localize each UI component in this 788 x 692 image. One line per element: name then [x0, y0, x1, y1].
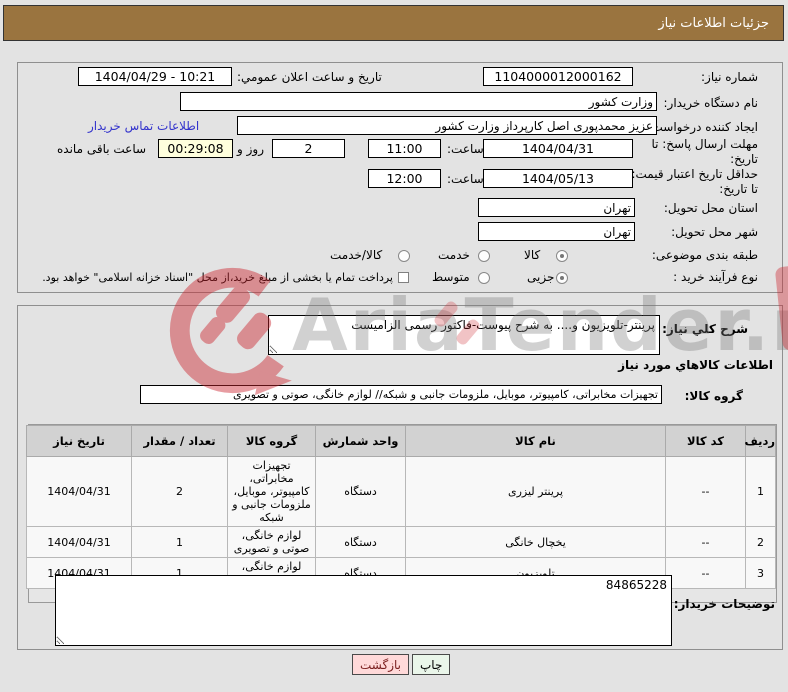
- radio-goods-label: کالا: [524, 248, 541, 262]
- table-cell: یخچال خانگی: [405, 526, 666, 558]
- delivery-province-label: استان محل تحویل:: [663, 201, 758, 215]
- price-validity-time-field[interactable]: [368, 169, 441, 188]
- table-cell: --: [665, 456, 746, 527]
- table-header-cell: ردیف: [744, 425, 776, 457]
- radio-medium[interactable]: [478, 272, 490, 284]
- page-title-bar: جزئیات اطلاعات نیاز: [3, 5, 784, 41]
- countdown-timer-field[interactable]: [158, 139, 233, 158]
- table-row: 1 -- پرینتر لیزری دستگاه تجهیزات مخابراتی، ک…: [26, 456, 776, 527]
- need-number-field[interactable]: [483, 67, 633, 86]
- requester-label: ایجاد کننده درخواست:: [647, 120, 758, 134]
- reply-deadline-label: مهلت ارسال پاسخ: تا تاریخ:: [651, 137, 758, 166]
- radio-minor-label: جزیی: [527, 270, 555, 284]
- goods-group-field[interactable]: [140, 385, 662, 404]
- table-header-cell: تعداد / مقدار: [131, 425, 228, 457]
- goods-table: ردیف کد کالا نام کالا واحد شمارش گروه کالا تع…: [26, 425, 776, 589]
- table-cell: --: [665, 526, 746, 558]
- delivery-city-label: شهر محل تحویل:: [671, 225, 758, 239]
- goods-group-label: گروه کالا:: [684, 389, 743, 403]
- goods-table-body: 1 -- پرینتر لیزری دستگاه تجهیزات مخابراتی، ک…: [26, 456, 776, 589]
- buyer-notes-textarea[interactable]: 84865228: [55, 575, 672, 646]
- table-cell: --: [665, 557, 746, 589]
- buyer-org-field[interactable]: [180, 92, 657, 111]
- need-details-page: جزئیات اطلاعات نیاز شماره نیاز: تاریخ و …: [0, 0, 788, 692]
- reply-deadline-date-field[interactable]: [483, 139, 633, 158]
- print-button[interactable]: چاپ: [412, 654, 451, 675]
- reply-deadline-time-field[interactable]: [368, 139, 441, 158]
- table-cell: دستگاه: [315, 456, 406, 527]
- treasury-checkbox[interactable]: [398, 272, 409, 283]
- radio-minor[interactable]: [556, 272, 568, 284]
- table-cell: 1404/04/31: [26, 456, 132, 527]
- table-cell: 2: [131, 456, 228, 527]
- table-cell: پرینتر لیزری: [405, 456, 666, 527]
- radio-medium-label: متوسط: [432, 270, 470, 284]
- radio-goods-service[interactable]: [398, 250, 410, 262]
- remaining-days-field[interactable]: [272, 139, 345, 158]
- table-cell: تجهیزات مخابراتی، کامپیوتر، موبایل، ملزو…: [227, 456, 316, 527]
- table-row: 2 -- یخچال خانگی دستگاه لوازم خانگی، صوتی و …: [26, 526, 776, 558]
- need-number-label: شماره نیاز:: [701, 70, 758, 84]
- need-description-textarea[interactable]: پرینتر-تلویزیون و.... به شرح پیوست-فاکتو…: [268, 315, 660, 355]
- treasury-checkbox-label: پرداخت تمام یا بخشی از مبلغ خرید،از محل …: [42, 271, 393, 284]
- buyer-org-label: نام دستگاه خریدار:: [663, 96, 759, 110]
- table-header-cell: کد کالا: [665, 425, 746, 457]
- price-validity-date-field[interactable]: [483, 169, 633, 188]
- table-cell: 1: [131, 526, 228, 558]
- radio-goods[interactable]: [556, 250, 568, 262]
- delivery-province-field[interactable]: [478, 198, 635, 217]
- table-header-row: ردیف کد کالا نام کالا واحد شمارش گروه کالا تع…: [26, 425, 776, 457]
- back-button[interactable]: بازگشت: [352, 654, 409, 675]
- requester-field[interactable]: [237, 116, 657, 135]
- hours-remaining-label: ساعت باقی مانده: [57, 142, 147, 156]
- table-header-cell: نام کالا: [405, 425, 666, 457]
- purchase-process-label: نوع فرآیند خرید :: [673, 270, 758, 284]
- table-cell: 1404/04/31: [26, 526, 132, 558]
- announce-datetime-field[interactable]: [78, 67, 232, 86]
- price-validity-label: حداقل تاریخ اعتبار قیمت: تا تاریخ:: [631, 167, 758, 196]
- price-validity-hour-label: ساعت:: [447, 172, 484, 186]
- radio-service[interactable]: [478, 250, 490, 262]
- announce-datetime-label: تاریخ و ساعت اعلان عمومي:: [237, 70, 382, 84]
- delivery-city-field[interactable]: [478, 222, 635, 241]
- table-cell: لوازم خانگی، صوتی و تصویری: [227, 526, 316, 558]
- need-description-label: شرح کلي نیاز:: [662, 322, 748, 336]
- days-and-label: روز و: [237, 142, 264, 156]
- table-header-cell: واحد شمارش: [315, 425, 406, 457]
- goods-table-head: ردیف کد کالا نام کالا واحد شمارش گروه کالا تع…: [26, 425, 776, 457]
- table-header-cell: گروه کالا: [227, 425, 316, 457]
- buyer-contact-link[interactable]: اطلاعات تماس خریدار: [88, 119, 199, 133]
- table-cell: 3: [745, 557, 776, 589]
- buyer-notes-label: توضیحات خریدار:: [673, 597, 775, 611]
- table-cell: 2: [745, 526, 776, 558]
- radio-goods-service-label: کالا/خدمت: [330, 248, 383, 262]
- table-cell: 1: [745, 456, 776, 527]
- goods-section-title: اطلاعات کالاهاي مورد نیاز: [618, 358, 773, 372]
- table-cell: دستگاه: [315, 526, 406, 558]
- page-title: جزئیات اطلاعات نیاز: [658, 15, 769, 31]
- table-header-cell: تاریخ نیاز: [26, 425, 132, 457]
- subject-category-label: طبقه بندی موضوعی:: [651, 248, 758, 262]
- radio-service-label: خدمت: [438, 248, 470, 262]
- reply-deadline-hour-label: ساعت:: [447, 142, 484, 156]
